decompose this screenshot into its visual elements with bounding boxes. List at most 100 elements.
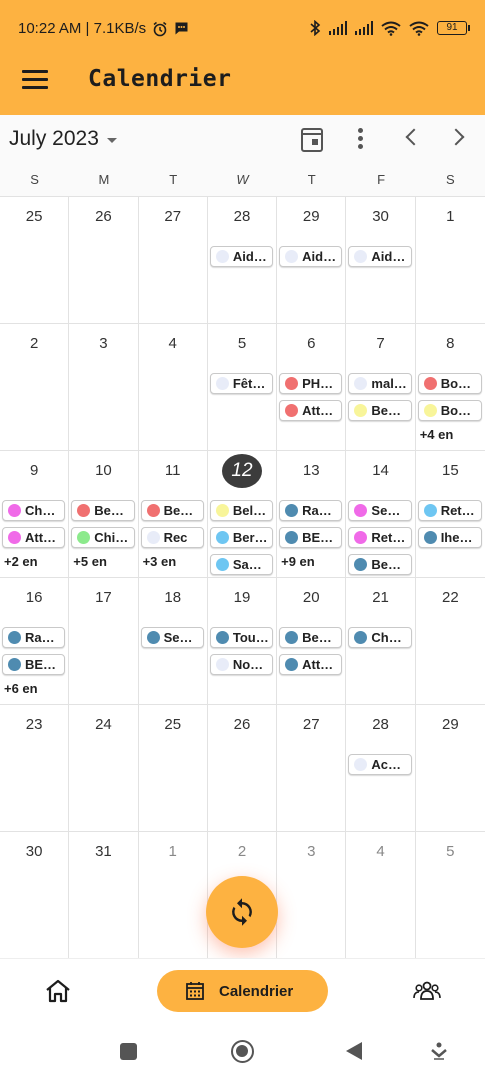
event-label: Ret… <box>440 503 475 518</box>
event-chip[interactable]: Ret… <box>348 527 412 548</box>
more-events-link[interactable]: +9 en <box>281 554 342 569</box>
event-chip[interactable]: Bo… <box>417 373 482 394</box>
event-chip[interactable]: Fêt… <box>209 373 274 394</box>
calendar-today-icon[interactable] <box>301 128 323 152</box>
day-cell[interactable]: 22 <box>416 578 485 705</box>
day-cell[interactable]: 30 Aid… <box>346 197 416 324</box>
event-chip[interactable]: Be… <box>279 627 343 648</box>
day-cell[interactable]: 1 <box>139 832 208 959</box>
chevron-right-icon[interactable] <box>447 128 465 146</box>
back-icon[interactable] <box>346 1042 362 1060</box>
event-chip[interactable]: Sah… <box>209 554 274 575</box>
day-cell[interactable]: 10 Be… Chil… +5 en <box>69 451 139 578</box>
event-color-dot <box>215 250 229 263</box>
day-cell[interactable]: 24 <box>69 705 139 832</box>
more-events-link[interactable]: +4 en <box>420 427 482 442</box>
day-cell[interactable]: 31 <box>69 832 139 959</box>
event-chip[interactable]: Ber… <box>209 527 274 548</box>
day-cell[interactable]: 1 <box>416 197 485 324</box>
day-cell[interactable]: 15 Ret… Ihe… <box>416 451 485 578</box>
event-chip[interactable]: Ra… <box>279 500 343 521</box>
event-chip[interactable]: Be… <box>348 400 412 421</box>
day-cell[interactable]: 23 <box>0 705 70 832</box>
day-cell[interactable]: 19 Tou… No… <box>208 578 278 705</box>
day-cell[interactable]: 18 Sen… <box>139 578 208 705</box>
day-cell[interactable]: 16 Ra… BE… +6 en <box>0 578 70 705</box>
day-cell[interactable]: 4 <box>139 324 208 451</box>
chevron-left-icon[interactable] <box>405 128 423 146</box>
event-chip[interactable]: Bel… <box>209 500 274 521</box>
event-chip[interactable]: Cha… <box>348 627 412 648</box>
day-cell[interactable]: 8 Bo… Bo… +4 en <box>416 324 485 451</box>
event-chip[interactable]: Att… <box>279 654 343 675</box>
day-cell[interactable]: 11 Be… Rec +3 en <box>139 451 208 578</box>
day-cell[interactable]: 14 Sen… Ret… Be… <box>346 451 416 578</box>
day-cell[interactable]: 30 <box>0 832 70 959</box>
more-vert-icon[interactable] <box>358 128 364 152</box>
event-chip[interactable]: Cha… <box>2 500 66 521</box>
down-icon[interactable] <box>431 1042 447 1060</box>
more-events-link[interactable]: +6 en <box>4 681 65 696</box>
day-cell[interactable]: 25 <box>139 705 208 832</box>
event-chip[interactable]: PH… <box>279 373 343 394</box>
day-cell[interactable]: 20 Be… Att… <box>277 578 347 705</box>
event-chip[interactable]: Att… <box>2 527 66 548</box>
more-events-link[interactable]: +3 en <box>143 554 204 569</box>
more-events-link[interactable]: +2 en <box>4 554 65 569</box>
event-chip[interactable]: Be… <box>348 554 412 575</box>
event-chip[interactable]: Sen… <box>140 627 204 648</box>
day-cell[interactable]: 5 Fêt… <box>208 324 278 451</box>
month-selector[interactable]: July 2023 <box>9 127 117 151</box>
event-chip[interactable]: Sen… <box>348 500 412 521</box>
event-chip[interactable]: BE… <box>279 527 343 548</box>
day-cell[interactable]: 12 Bel… Ber… Sah… <box>208 451 278 578</box>
event-chip[interactable]: Ra… <box>2 627 66 648</box>
event-chip[interactable]: Bo… <box>417 400 482 421</box>
day-cell[interactable]: 9 Cha… Att… +2 en <box>0 451 70 578</box>
day-cell[interactable]: 2 <box>0 324 70 451</box>
day-cell[interactable]: 13 Ra… BE… +9 en <box>277 451 347 578</box>
group-icon[interactable] <box>413 979 441 1003</box>
day-cell[interactable]: 28 Aid… <box>208 197 278 324</box>
event-chip[interactable]: Tou… <box>209 627 274 648</box>
event-color-dot <box>354 250 368 263</box>
day-cell[interactable]: 6 PH… Att… <box>277 324 347 451</box>
event-chip[interactable]: Aid… <box>209 246 274 267</box>
event-chip[interactable]: mal… <box>348 373 412 394</box>
more-events-link[interactable]: +5 en <box>73 554 134 569</box>
sync-button[interactable] <box>206 876 278 948</box>
event-chip[interactable]: BE… <box>2 654 66 675</box>
day-cell[interactable]: 4 <box>346 832 416 959</box>
hamburger-menu-icon[interactable] <box>22 70 48 92</box>
event-chip[interactable]: Ret… <box>417 500 482 521</box>
day-cell[interactable]: 25 <box>0 197 70 324</box>
day-cell[interactable]: 28 Ac… <box>346 705 416 832</box>
event-chip[interactable]: Chil… <box>71 527 135 548</box>
event-chip[interactable]: Att… <box>279 400 343 421</box>
event-chip[interactable]: No… <box>209 654 274 675</box>
day-cell[interactable]: 27 <box>139 197 208 324</box>
event-chip[interactable]: Rec <box>140 527 204 548</box>
nav-calendar-button[interactable]: Calendrier <box>157 970 328 1012</box>
day-cell[interactable]: 27 <box>277 705 347 832</box>
day-cell[interactable]: 3 <box>69 324 139 451</box>
recents-icon[interactable] <box>120 1043 137 1060</box>
event-chip[interactable]: Aid… <box>279 246 343 267</box>
event-chip[interactable]: Ihe… <box>417 527 482 548</box>
day-cell[interactable]: 26 <box>208 705 278 832</box>
day-cell[interactable]: 29 <box>416 705 485 832</box>
day-cell[interactable]: 7 mal… Be… <box>346 324 416 451</box>
day-cell[interactable]: 21 Cha… <box>346 578 416 705</box>
day-cell[interactable]: 17 <box>69 578 139 705</box>
home-icon[interactable] <box>231 1040 254 1063</box>
day-cell[interactable]: 29 Aid… <box>277 197 347 324</box>
home-icon[interactable] <box>45 979 71 1003</box>
event-chip[interactable]: Be… <box>140 500 204 521</box>
date-number: 2 <box>237 843 247 860</box>
event-chip[interactable]: Ac… <box>348 754 412 775</box>
day-cell[interactable]: 5 <box>416 832 485 959</box>
day-cell[interactable]: 3 <box>277 832 347 959</box>
event-chip[interactable]: Aid… <box>348 246 412 267</box>
day-cell[interactable]: 26 <box>69 197 139 324</box>
event-chip[interactable]: Be… <box>71 500 135 521</box>
